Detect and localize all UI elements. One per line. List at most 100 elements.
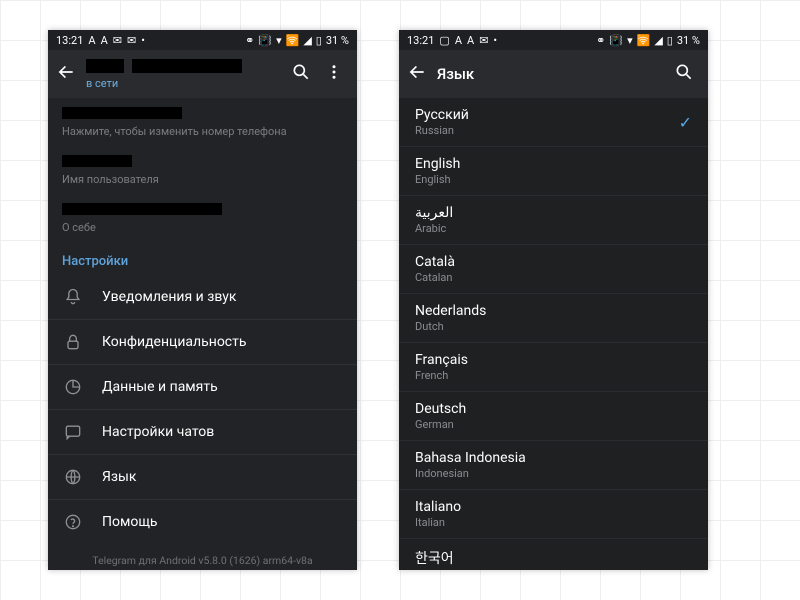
phone-language: 13:21 ▢ A A ✉ • ⚭ 📳 ▾ 🛜 ◢ ▯ 31 %: [399, 30, 708, 570]
settings-item-lock[interactable]: Конфиденциальность: [48, 319, 357, 364]
signal-icon: ◢: [654, 35, 662, 46]
appbar: Язык: [399, 50, 708, 98]
settings-item-label: Настройки чатов: [102, 424, 214, 440]
language-option[interactable]: Bahasa IndonesiaIndonesian: [399, 441, 708, 490]
settings-section-title: Настройки: [48, 242, 357, 275]
status-bar: 13:21 A A ✉ ✉ • ⚭ 📳 ▾ 🛜 ◢ ▯ 31 %: [48, 30, 357, 50]
settings-item-label: Конфиденциальность: [102, 334, 246, 350]
version-label: Telegram для Android v5.8.0 (1626) arm64…: [48, 544, 357, 570]
language-english: Korean: [415, 569, 454, 570]
language-english: Russian: [415, 124, 469, 137]
language-option[interactable]: EnglishEnglish: [399, 147, 708, 196]
vpn-icon: ⚭: [245, 35, 254, 46]
back-button[interactable]: [407, 62, 427, 86]
globe-icon: [62, 466, 84, 488]
redacted: [62, 155, 132, 167]
language-option[interactable]: العربيةArabic: [399, 196, 708, 245]
status-icon: ▢: [439, 35, 449, 46]
settings-item-globe[interactable]: Язык: [48, 454, 357, 499]
language-english: Italian: [415, 516, 461, 529]
screen-title: Язык: [437, 65, 664, 83]
lock-icon: [62, 331, 84, 353]
search-icon[interactable]: [291, 62, 311, 86]
more-icon[interactable]: [325, 63, 343, 85]
status-icon: A: [455, 35, 462, 46]
signal-icon: ◢: [303, 35, 311, 46]
settings-item-label: Помощь: [102, 514, 158, 530]
phone-field[interactable]: Нажмите, чтобы изменить номер телефона: [62, 98, 343, 146]
settings-item-help[interactable]: Помощь: [48, 499, 357, 544]
help-icon: [62, 511, 84, 533]
settings-item-label: Уведомления и звук: [102, 289, 236, 305]
chevron-down-icon: ▾: [276, 35, 282, 46]
profile-status: в сети: [86, 77, 281, 90]
settings-item-label: Данные и память: [102, 379, 218, 395]
status-icon: A: [101, 35, 108, 46]
wifi-icon: 🛜: [286, 35, 300, 46]
battery-percent: 31 %: [677, 34, 700, 47]
language-native: Nederlands: [415, 303, 486, 319]
language-native: English: [415, 156, 460, 172]
status-time: 13:21: [407, 34, 434, 47]
bio-field[interactable]: О себе: [62, 194, 343, 242]
status-icon: A: [467, 35, 474, 46]
language-native: 한국어: [415, 548, 454, 568]
language-english: German: [415, 418, 466, 431]
chevron-down-icon: ▾: [627, 35, 633, 46]
language-native: العربية: [415, 205, 453, 221]
language-english: Dutch: [415, 320, 486, 333]
language-native: Bahasa Indonesia: [415, 450, 526, 466]
phone-settings: 13:21 A A ✉ ✉ • ⚭ 📳 ▾ 🛜 ◢ ▯ 31 %: [48, 30, 357, 570]
phone-hint: Нажмите, чтобы изменить номер телефона: [62, 125, 343, 138]
language-option[interactable]: FrançaisFrench: [399, 343, 708, 392]
chat-icon: [62, 421, 84, 443]
language-native: Deutsch: [415, 401, 466, 417]
back-button[interactable]: [56, 62, 76, 86]
redacted: [132, 59, 242, 73]
wifi-icon: 🛜: [637, 35, 651, 46]
settings-list: Уведомления и звук Конфиденциальность Данн…: [48, 275, 357, 544]
vibrate-icon: 📳: [258, 35, 272, 46]
language-option[interactable]: CatalàCatalan: [399, 245, 708, 294]
status-icon: A: [88, 35, 95, 46]
settings-item-pie[interactable]: Данные и память: [48, 364, 357, 409]
language-list[interactable]: РусскийRussian✓EnglishEnglishالعربيةArab…: [399, 98, 708, 570]
language-english: English: [415, 173, 460, 186]
status-time: 13:21: [56, 34, 83, 47]
battery-icon: ▯: [316, 35, 322, 46]
search-icon[interactable]: [674, 62, 694, 86]
language-option[interactable]: DeutschGerman: [399, 392, 708, 441]
battery-icon: ▯: [667, 35, 673, 46]
mail-icon: ✉: [127, 35, 136, 46]
battery-percent: 31 %: [326, 34, 349, 47]
status-bar: 13:21 ▢ A A ✉ • ⚭ 📳 ▾ 🛜 ◢ ▯ 31 %: [399, 30, 708, 50]
mail-icon: ✉: [113, 35, 122, 46]
language-native: Français: [415, 352, 468, 368]
language-english: Arabic: [415, 222, 453, 235]
mail-icon: ✉: [479, 35, 488, 46]
redacted: [86, 59, 124, 73]
dot-icon: •: [141, 35, 145, 46]
language-english: French: [415, 369, 468, 382]
language-native: Català: [415, 254, 455, 270]
profile-name: [86, 59, 281, 77]
username-label: Имя пользователя: [62, 173, 343, 186]
language-option[interactable]: 한국어Korean: [399, 539, 708, 570]
bio-label: О себе: [62, 221, 343, 234]
redacted: [62, 203, 222, 215]
vibrate-icon: 📳: [609, 35, 623, 46]
language-option[interactable]: ItalianoItalian: [399, 490, 708, 539]
settings-item-bell[interactable]: Уведомления и звук: [48, 275, 357, 319]
pie-icon: [62, 376, 84, 398]
dot-icon: •: [493, 35, 497, 46]
bell-icon: [62, 286, 84, 308]
language-option[interactable]: РусскийRussian✓: [399, 98, 708, 147]
settings-item-chat[interactable]: Настройки чатов: [48, 409, 357, 454]
language-english: Catalan: [415, 271, 455, 284]
check-icon: ✓: [679, 113, 692, 132]
redacted: [62, 107, 182, 119]
appbar: в сети: [48, 50, 357, 98]
vpn-icon: ⚭: [596, 35, 605, 46]
username-field[interactable]: Имя пользователя: [62, 146, 343, 194]
language-option[interactable]: NederlandsDutch: [399, 294, 708, 343]
